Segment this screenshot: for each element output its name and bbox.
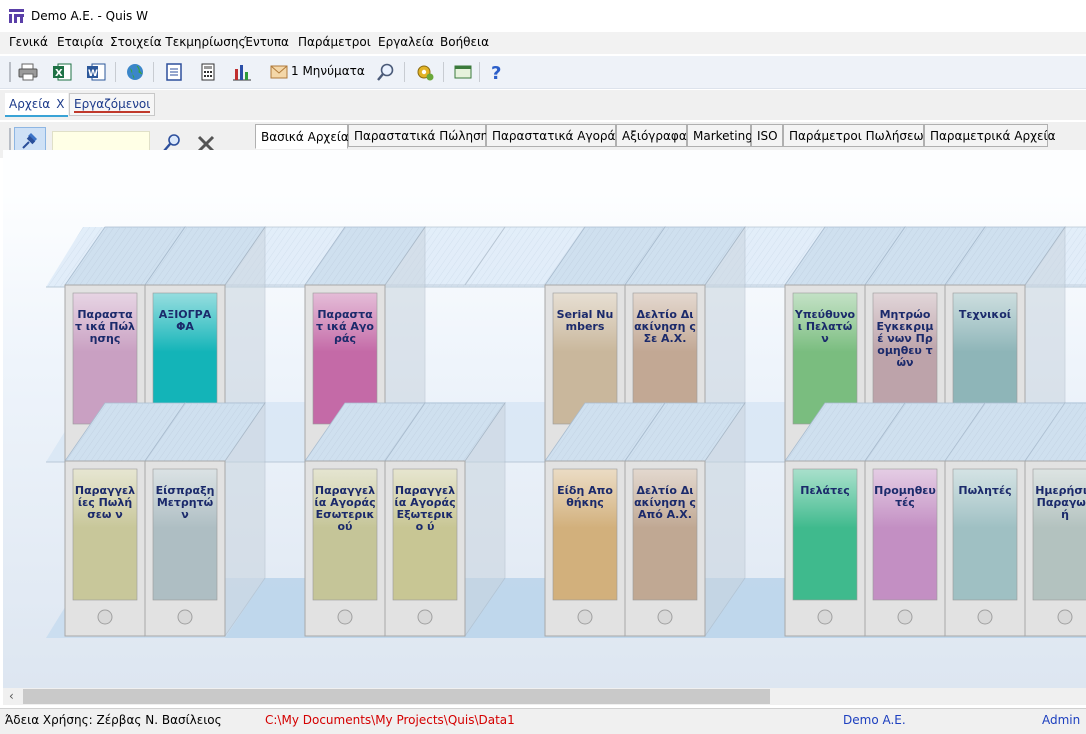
app-logo-icon: [9, 9, 24, 23]
help-icon[interactable]: ?: [486, 61, 508, 83]
tab-employees[interactable]: Εργαζόμενοι: [69, 93, 156, 116]
search-input[interactable]: [52, 131, 150, 151]
binder-label-top-2: Παραστατ ικά Αγοράς: [316, 308, 374, 345]
binder-ring-hole: [977, 609, 993, 625]
scrollbar-thumb[interactable]: [23, 689, 770, 704]
binder-label-top-3: Serial Numbers: [556, 308, 614, 333]
binder-label-top-6: Μητρώο Εγκεκριμέ νων Προμηθευ τών: [876, 308, 934, 369]
binder-shelf-canvas: Παραστατ ικά Πώλησης ΑΞΙΟΓΡΑ ΦΑ Παραστατ ι…: [3, 150, 1086, 688]
shelf-graphic: [46, 225, 1086, 638]
binder-label-bottom-2: Παραγγελ ία Αγοράς Εσωτερικ ού: [314, 484, 376, 533]
tab-files-label: Αρχεία: [9, 97, 51, 111]
menu-general[interactable]: Γενικά: [9, 35, 48, 49]
word-icon[interactable]: W: [85, 61, 107, 83]
svg-text:X: X: [55, 68, 63, 79]
license-text: Άδεια Χρήσης: Ζέρβας Ν. Βασίλειος: [5, 713, 222, 727]
messages-button[interactable]: 1 Μηνύματα: [291, 64, 365, 78]
company-name: Demo A.E.: [843, 713, 906, 727]
binder-label-bottom-3: Παραγγελ ία Αγοράς Εξωτερικο ύ: [394, 484, 456, 533]
menu-parameters[interactable]: Παράμετροι: [298, 35, 371, 49]
menu-bar: Γενικά Εταιρία Στοιχεία Τεκμηρίωσης Έντυ…: [0, 32, 1086, 54]
binder-label-top-7: Τεχνικοί: [958, 308, 1012, 321]
notes-icon[interactable]: [163, 61, 185, 83]
scroll-left-arrow-icon[interactable]: ‹: [9, 689, 14, 703]
binder-label-bottom-8: Πωλητές: [958, 484, 1012, 497]
tab-iso[interactable]: ISO: [751, 124, 783, 147]
menu-tools[interactable]: Εργαλεία: [378, 35, 434, 49]
binder-ring-hole: [417, 609, 433, 625]
binder-label-top-5: Υπεύθυνο ι Πελατών: [794, 308, 856, 345]
svg-text:?: ?: [491, 63, 501, 82]
workspace-tabs: Αρχεία X Εργαζόμενοι: [0, 90, 1086, 120]
binder-label-bottom-0: Παραγγελ ίες Πωλήσεω ν: [74, 484, 136, 521]
search-icon[interactable]: [375, 61, 397, 83]
tab-marketing[interactable]: Marketing: [687, 124, 753, 147]
menu-forms[interactable]: Έντυπα: [244, 35, 289, 49]
tab-basic-files[interactable]: Βασικά Αρχεία: [255, 124, 349, 149]
user-name: Admin: [1042, 713, 1081, 727]
window-icon[interactable]: [452, 61, 474, 83]
tab-files-close[interactable]: X: [56, 97, 64, 111]
tab-sales-documents[interactable]: Παραστατικά Πώλησης: [348, 124, 495, 147]
globe-icon[interactable]: [124, 61, 146, 83]
binder-ring-hole: [1057, 609, 1073, 625]
window-title: Demo A.E. - Quis W: [31, 9, 148, 23]
binder-label-bottom-5: Δελτίο Διακίνηση ς Από Α.Χ.: [634, 484, 696, 521]
binder-label-bottom-1: Είσπραξη Μετρητών: [155, 484, 215, 521]
mail-icon[interactable]: [268, 61, 290, 83]
binder-label-bottom-6: Πελάτες: [800, 484, 850, 497]
svg-text:W: W: [88, 69, 98, 79]
binder-label-bottom-9: Ημερήσια Παραγωγ ή: [1035, 484, 1086, 521]
data-path-text: C:\My Documents\My Projects\Quis\Data1: [265, 713, 515, 727]
tab-sales-parameters[interactable]: Παράμετροι Πωλήσεων: [783, 124, 930, 147]
binder-ring-hole: [657, 609, 673, 625]
menu-documentation[interactable]: Στοιχεία Τεκμηρίωσης: [110, 35, 246, 49]
binder-label-bottom-7: Προμηθευ τές: [874, 484, 936, 509]
tab-purchase-documents[interactable]: Παραστατικά Αγοράς: [486, 124, 623, 147]
excel-icon[interactable]: X: [51, 61, 73, 83]
binder-label-bottom-4: Είδη Αποθήκης: [557, 484, 613, 509]
main-toolbar: X W 1 Μηνύματα ?: [0, 56, 1086, 89]
tab-securities[interactable]: Αξιόγραφα: [616, 124, 687, 147]
menu-help[interactable]: Βοήθεια: [440, 35, 489, 49]
binder-ring-hole: [577, 609, 593, 625]
title-bar: [0, 0, 1086, 32]
binder-ring-hole: [177, 609, 193, 625]
binder-label-top-0: Παραστατ ικά Πώλησης: [74, 308, 136, 345]
binder-ring-hole: [897, 609, 913, 625]
binder-ring-hole: [97, 609, 113, 625]
tab-parametric-files[interactable]: Παραμετρικά Αρχεία: [924, 124, 1056, 147]
calculator-icon[interactable]: [197, 61, 219, 83]
binder-label-top-4: Δελτίο Διακίνηση ς Σε Α.Χ.: [634, 308, 696, 345]
settings-icon[interactable]: [414, 61, 436, 83]
bar-chart-icon[interactable]: [231, 61, 253, 83]
binder-label-top-1: ΑΞΙΟΓΡΑ ΦΑ: [158, 308, 212, 333]
binder-ring-hole: [817, 609, 833, 625]
tab-employees-label: Εργαζόμενοι: [74, 96, 151, 113]
tab-files[interactable]: Αρχεία X: [5, 93, 69, 117]
print-icon[interactable]: [17, 61, 39, 83]
menu-company[interactable]: Εταιρία: [57, 35, 103, 49]
binder-ring-hole: [337, 609, 353, 625]
